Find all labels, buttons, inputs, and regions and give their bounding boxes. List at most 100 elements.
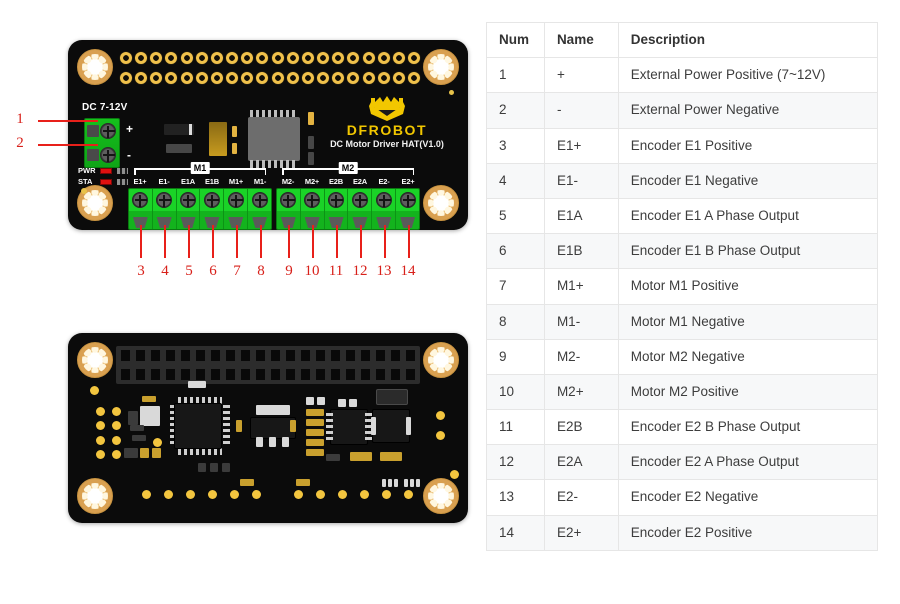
table-header-row: Num Name Description xyxy=(486,21,879,59)
pin-label: E1A xyxy=(181,177,195,186)
mounting-hole-icon xyxy=(423,478,459,514)
power-terminal-block xyxy=(84,118,120,168)
callout-number: 12 xyxy=(352,263,368,279)
inductor-component xyxy=(376,389,408,405)
via-pad xyxy=(436,431,445,440)
diode-component xyxy=(164,124,194,135)
via-pad xyxy=(112,450,121,459)
mounting-hole-icon xyxy=(423,185,459,221)
cell-num: 11 xyxy=(486,409,545,446)
smd-resistor xyxy=(130,425,144,431)
regulator-pin xyxy=(282,437,289,447)
via-pad xyxy=(96,436,105,445)
pin-label: E1B xyxy=(205,177,219,186)
callout-number: 8 xyxy=(257,263,265,279)
column-header-desc: Description xyxy=(617,21,879,59)
cell-desc: Encoder E2 Positive xyxy=(617,514,879,551)
callout-number: 14 xyxy=(400,263,416,279)
smd-resistor xyxy=(152,448,161,458)
chip-legs xyxy=(326,413,333,441)
callout-line xyxy=(38,120,98,122)
table-row: 6 E1B Encoder E1 B Phase Output xyxy=(486,233,879,270)
smd-pad xyxy=(404,479,408,487)
cell-desc: Encoder E1 Negative xyxy=(617,162,879,199)
pin-label: E2+ xyxy=(401,177,415,186)
solder-pad xyxy=(208,490,217,499)
cell-name: E1- xyxy=(543,162,619,199)
table-row: 9 M2- Motor M2 Negative xyxy=(486,338,879,375)
callout-line xyxy=(360,225,362,258)
solder-pad xyxy=(382,490,391,499)
table-body: 1 + External Power Positive (7~12V) 2- Exter… xyxy=(486,57,879,551)
callout-line xyxy=(188,225,190,258)
cell-num: 2 xyxy=(486,92,545,129)
cell-num: 5 xyxy=(486,197,545,235)
smd-resistor xyxy=(124,448,138,458)
cell-desc: Encoder E1 B Phase Output xyxy=(617,233,879,270)
mounting-hole-icon xyxy=(423,49,459,85)
cell-num: 6 xyxy=(486,233,545,270)
cell-num: 8 xyxy=(486,303,545,340)
crown-logo-icon xyxy=(369,96,405,121)
cell-num: 13 xyxy=(486,479,545,516)
table-row: 4 E1- Encoder E1 Negative xyxy=(486,162,879,199)
table-row: 1 + External Power Positive (7~12V) xyxy=(486,57,879,94)
group-bracket-m2: M2 xyxy=(282,162,414,175)
terminal-block-m1 xyxy=(128,188,272,230)
smd-resistor xyxy=(210,463,218,472)
cell-name: E2+ xyxy=(543,514,619,551)
via-pad xyxy=(436,411,445,420)
cell-desc: Encoder E2 A Phase Output xyxy=(617,444,879,481)
smd-pad xyxy=(308,112,314,125)
cell-desc: Motor M2 Negative xyxy=(617,338,879,375)
smd-component xyxy=(256,405,290,415)
cell-num: 9 xyxy=(486,338,545,375)
smd-pad xyxy=(296,479,310,486)
via-pad xyxy=(112,436,121,445)
chip-pin xyxy=(406,417,411,435)
smd-resistor xyxy=(142,396,156,402)
pin-label: M2+ xyxy=(304,177,320,186)
cell-desc: Motor M2 Positive xyxy=(617,373,879,411)
smd-pad xyxy=(232,143,237,154)
smd-pad xyxy=(306,439,324,446)
pin-label: E1+ xyxy=(133,177,147,186)
callout-line xyxy=(260,225,262,258)
smd-resistor xyxy=(222,463,230,472)
smd-pad xyxy=(117,178,128,185)
pinout-table-pane: Num Name Description 1 + External Power Po… xyxy=(486,21,879,551)
cell-desc: Encoder E1 A Phase Output xyxy=(617,197,879,235)
chip-legs xyxy=(223,405,230,447)
column-header-num: Num xyxy=(486,21,545,59)
smd-pad xyxy=(382,479,386,487)
test-pad-icon xyxy=(81,188,87,194)
cell-name: M2+ xyxy=(543,373,619,411)
solder-pad xyxy=(186,490,195,499)
cell-desc: Encoder E1 Positive xyxy=(617,127,879,164)
cell-name: E2- xyxy=(543,479,619,516)
via-pad xyxy=(96,450,105,459)
table-row: 14 E2+ Encoder E2 Positive xyxy=(486,514,879,551)
cell-desc: External Power Negative xyxy=(617,92,879,129)
cell-desc: External Power Positive (7~12V) xyxy=(617,57,879,94)
terminal-block-m2 xyxy=(276,188,420,230)
cell-name: + xyxy=(543,57,619,94)
smd-resistor xyxy=(140,448,149,458)
solder-pad xyxy=(294,490,303,499)
table-row: 3 E1+ Encoder E1 Positive xyxy=(486,127,879,164)
via-pad xyxy=(96,421,105,430)
gpio-female-header xyxy=(116,346,420,384)
test-pad-icon xyxy=(449,90,454,95)
cell-num: 10 xyxy=(486,373,545,411)
callout-number: 5 xyxy=(185,263,193,279)
smd-component xyxy=(128,411,138,425)
smd-pad xyxy=(394,479,398,487)
callout-line xyxy=(38,144,98,146)
smd-resistor xyxy=(380,452,402,461)
chip-pin xyxy=(371,417,376,435)
via-pad xyxy=(112,421,121,430)
callout-line xyxy=(408,225,410,258)
power-plus-label: + xyxy=(126,122,134,136)
callout-number: 9 xyxy=(285,263,293,279)
smd-pad xyxy=(236,420,242,432)
